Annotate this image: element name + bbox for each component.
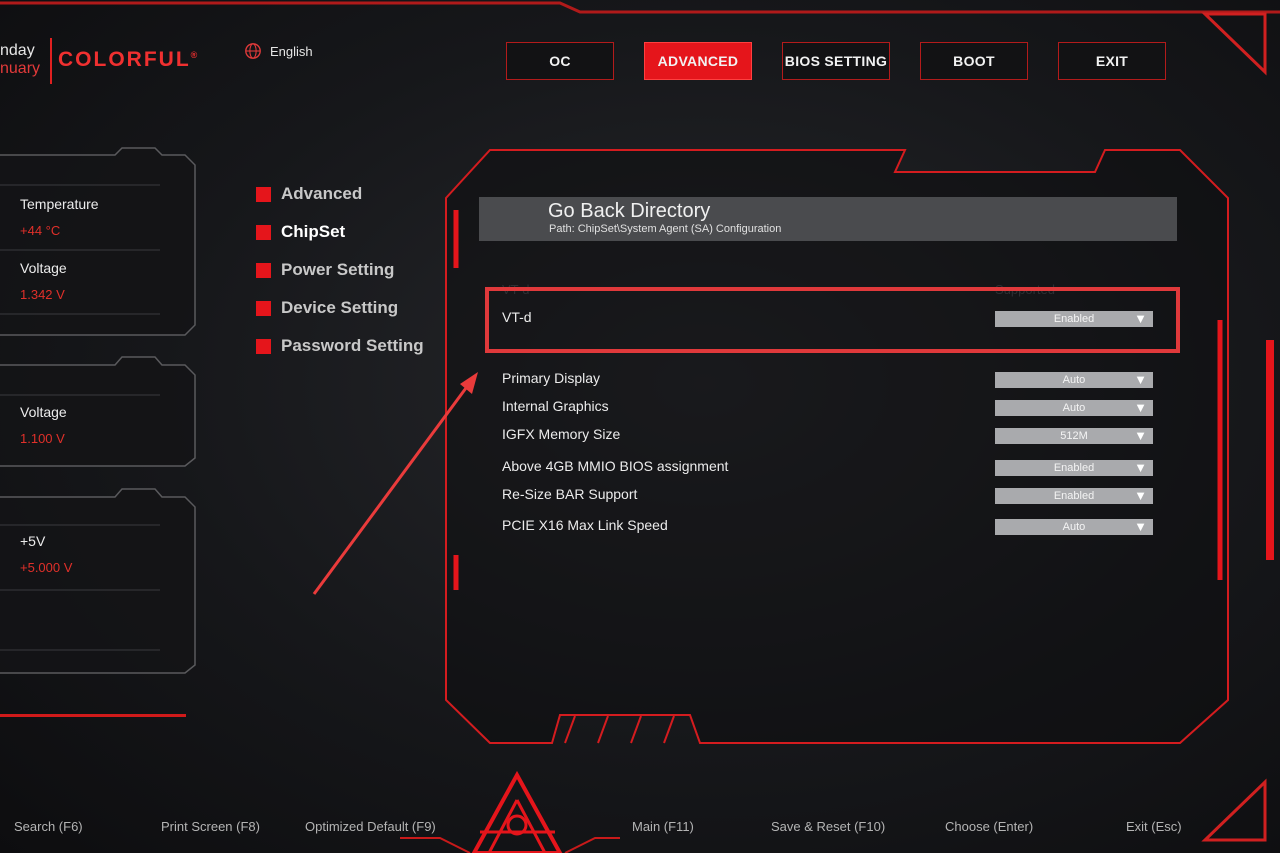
- setting-label-above-4gb-mmio[interactable]: Above 4GB MMIO BIOS assignment: [502, 458, 728, 474]
- setting-label-primary-display[interactable]: Primary Display: [502, 370, 600, 386]
- setting-select-above-4gb-mmio[interactable]: Enabled ▼: [995, 460, 1153, 476]
- panel-slash-deco: [564, 715, 675, 744]
- setting-select-primary-display[interactable]: Auto ▼: [995, 372, 1153, 388]
- brand-tagline: nday nuary: [0, 42, 40, 78]
- menu-item-advanced[interactable]: Advanced: [256, 184, 362, 204]
- menu-item-label: Password Setting: [281, 336, 424, 355]
- setting-select-pcie-x16-link-speed[interactable]: Auto ▼: [995, 519, 1153, 535]
- select-value: Enabled: [1053, 490, 1095, 502]
- brand-separator: [50, 38, 52, 84]
- menu-bullet-icon: [256, 224, 271, 240]
- setting-label-pcie-x16-link-speed[interactable]: PCIE X16 Max Link Speed: [502, 517, 668, 533]
- go-back-title[interactable]: Go Back Directory: [548, 200, 710, 223]
- select-value: Auto: [1062, 521, 1086, 533]
- footer-optimized-default-hint: Optimized Default (F9): [305, 819, 436, 834]
- setting-label-igfx-memory-size[interactable]: IGFX Memory Size: [502, 426, 620, 442]
- menu-item-label: Device Setting: [281, 298, 399, 317]
- cpu-temperature-label: Temperature: [20, 196, 99, 212]
- menu-bullet-icon: [256, 262, 271, 278]
- language-label: English: [270, 43, 313, 59]
- annotation-arrow-line: [312, 387, 468, 595]
- language-selector[interactable]: English: [244, 42, 313, 60]
- setting-select-igfx-memory-size[interactable]: 512M ▼: [995, 428, 1153, 444]
- tab-exit[interactable]: EXIT: [1058, 42, 1166, 80]
- corner-triangle-top-right: [1201, 12, 1267, 76]
- tab-boot[interactable]: BOOT: [920, 42, 1028, 80]
- select-value: Enabled: [1053, 462, 1095, 474]
- setting-select-resize-bar[interactable]: Enabled ▼: [995, 488, 1153, 504]
- menu-bullet-icon: [256, 338, 271, 354]
- breadcrumb-path: Path: ChipSet\System Agent (SA) Configur…: [549, 223, 782, 235]
- bottom-emblem-core: [506, 814, 528, 836]
- bottom-emblem-inner: [480, 799, 555, 853]
- menu-item-label: Advanced: [281, 184, 363, 203]
- footer-print-screen-hint: Print Screen (F8): [161, 819, 260, 834]
- select-value: 512M: [1060, 430, 1088, 442]
- annotation-arrow-head: [460, 372, 478, 394]
- triangle-down-icon: ▼: [1134, 488, 1147, 503]
- cpu-temperature-value: +44 °C: [20, 223, 61, 238]
- menu-item-chipset[interactable]: ChipSet: [256, 222, 345, 242]
- menu-bullet-icon: [256, 300, 271, 316]
- menu-item-power-setting[interactable]: Power Setting: [256, 260, 394, 280]
- psu-5v-label: +5V: [20, 533, 46, 549]
- cpu-voltage-label: Voltage: [20, 260, 67, 276]
- bios-frame-graphics: [0, 1, 1280, 853]
- brand-tagline-line2: nuary: [0, 60, 41, 77]
- select-value: Auto: [1062, 402, 1086, 414]
- memory-voltage-value: 1.100 V: [20, 431, 65, 446]
- logo-registered-mark: ®: [190, 50, 200, 60]
- menu-bullet-icon: [256, 186, 271, 202]
- brand-tagline-line1: nday: [0, 42, 35, 59]
- tab-advanced[interactable]: ADVANCED: [644, 42, 752, 80]
- footer-exit-hint: Exit (Esc): [1126, 819, 1182, 834]
- colorful-logo: COLORFUL®: [58, 48, 199, 72]
- footer-main-hint: Main (F11): [632, 819, 694, 834]
- triangle-down-icon: ▼: [1134, 400, 1147, 415]
- setting-select-internal-graphics[interactable]: Auto ▼: [995, 400, 1153, 416]
- psu-5v-value: +5.000 V: [20, 560, 73, 575]
- menu-item-device-setting[interactable]: Device Setting: [256, 298, 398, 318]
- corner-triangle-bottom-right: [1201, 778, 1267, 842]
- select-value: Auto: [1062, 374, 1086, 386]
- setting-label-resize-bar[interactable]: Re-Size BAR Support: [502, 486, 637, 502]
- triangle-down-icon: ▼: [1134, 460, 1147, 475]
- footer-save-reset-hint: Save & Reset (F10): [771, 819, 886, 834]
- left-accent-bar: [0, 714, 186, 717]
- top-frame-line: [0, 1, 1280, 14]
- cpu-sensor-box: [0, 147, 196, 336]
- menu-item-label: Power Setting: [281, 260, 395, 279]
- globe-icon: [245, 43, 261, 59]
- annotation-highlight-box: [485, 287, 1180, 353]
- triangle-down-icon: ▼: [1134, 372, 1147, 387]
- right-edge-accent: [1266, 340, 1274, 560]
- menu-item-label: ChipSet: [281, 222, 346, 241]
- footer-search-hint: Search (F6): [14, 819, 83, 834]
- tab-oc[interactable]: OC: [506, 42, 614, 80]
- memory-voltage-label: Voltage: [20, 404, 67, 420]
- tab-bios-setting[interactable]: BIOS SETTING: [782, 42, 890, 80]
- menu-item-password-setting[interactable]: Password Setting: [256, 336, 424, 356]
- triangle-down-icon: ▼: [1134, 428, 1147, 443]
- bottom-emblem-wings: [400, 837, 620, 853]
- setting-label-internal-graphics[interactable]: Internal Graphics: [502, 398, 609, 414]
- footer-choose-hint: Choose (Enter): [945, 819, 1034, 834]
- power-sensor-box: [0, 488, 196, 674]
- bottom-emblem-icon: [471, 770, 563, 853]
- cpu-voltage-value: 1.342 V: [20, 287, 65, 302]
- triangle-down-icon: ▼: [1134, 519, 1147, 534]
- logo-text: COLORFUL: [58, 48, 191, 71]
